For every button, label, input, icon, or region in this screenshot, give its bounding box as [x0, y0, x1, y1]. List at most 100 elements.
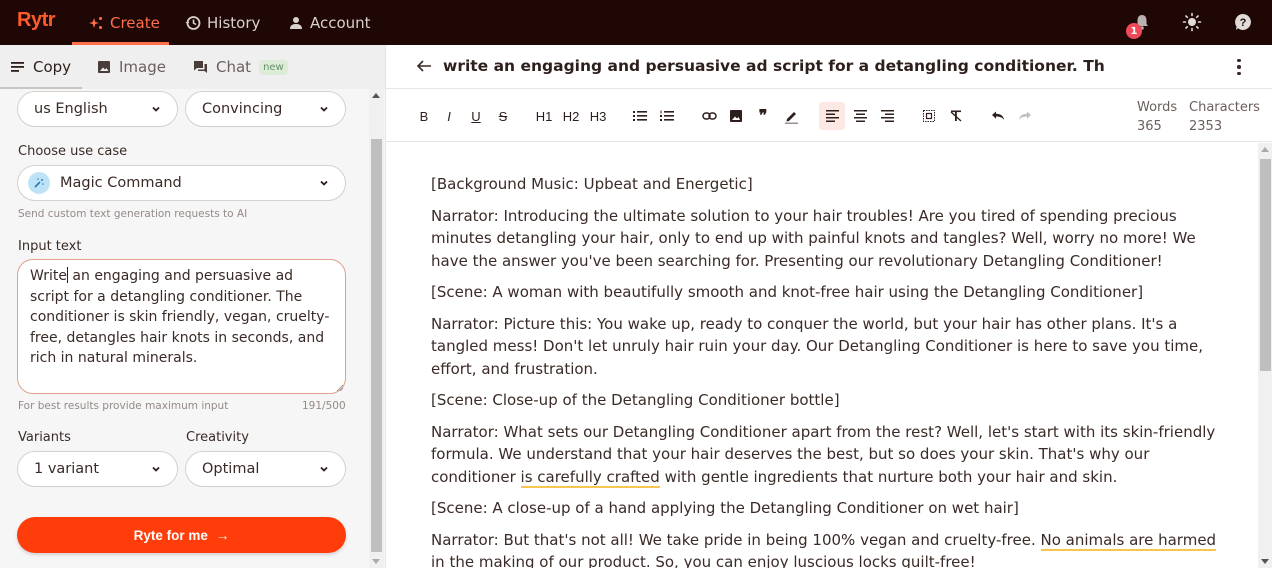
use-case-select[interactable]: Magic Command — [17, 165, 346, 201]
creativity-label: Creativity — [186, 430, 249, 445]
chevron-down-icon — [152, 106, 160, 112]
select-all-icon — [923, 110, 935, 122]
chevron-down-icon — [320, 180, 328, 186]
character-count: 191/500 — [302, 400, 346, 412]
language-value: us English — [34, 101, 108, 117]
link-icon — [701, 112, 717, 120]
scroll-down-arrow-icon[interactable] — [372, 559, 380, 564]
nav-history[interactable]: History — [185, 0, 260, 45]
input-text-field[interactable]: Write an engaging and persuasive ad scri… — [17, 259, 346, 394]
input-text-before-caret: Write — [30, 268, 67, 284]
scrollbar-thumb[interactable] — [371, 139, 382, 552]
help-button[interactable]: ? — [1232, 11, 1254, 33]
variants-select[interactable]: 1 variant — [17, 451, 178, 487]
format-toolbar: B I U S H1 H2 H3 ❞ Words 365 Characters … — [386, 90, 1272, 142]
quote-button[interactable]: ❞ — [754, 106, 772, 126]
underline-button[interactable]: U — [467, 106, 485, 126]
logo[interactable]: Rytr — [17, 9, 56, 32]
top-nav: Rytr Create History Account 1 ? — [0, 0, 1272, 45]
link-button[interactable] — [700, 106, 718, 126]
tab-chat[interactable]: Chat new — [193, 45, 288, 89]
image-icon — [98, 61, 110, 73]
redo-button[interactable] — [1016, 106, 1034, 126]
svg-text:?: ? — [1240, 17, 1247, 29]
scroll-up-arrow-icon[interactable] — [372, 93, 380, 98]
active-tab-indicator — [0, 87, 82, 89]
more-options-icon[interactable] — [1231, 57, 1247, 77]
align-right-icon — [880, 110, 894, 122]
user-icon — [288, 15, 304, 31]
sparkle-icon — [88, 15, 104, 31]
ryte-button-label: Ryte for me — [133, 527, 208, 543]
input-text-after-caret: an engaging and persuasive ad script for… — [30, 268, 330, 366]
theme-toggle[interactable] — [1181, 11, 1203, 33]
new-badge: new — [259, 59, 288, 75]
use-case-hint: Send custom text generation requests to … — [18, 208, 248, 220]
language-select[interactable]: us English — [17, 91, 178, 127]
document-editor[interactable]: [Background Music: Upbeat and Energetic]… — [386, 143, 1256, 568]
bold-button[interactable]: B — [415, 106, 433, 126]
tone-select[interactable]: Convincing — [185, 91, 346, 127]
paragraph: [Scene: Close-up of the Detangling Condi… — [431, 391, 840, 409]
select-all-button[interactable] — [920, 106, 938, 126]
numbered-list-icon — [660, 110, 674, 121]
numbered-list-button[interactable] — [658, 106, 676, 126]
text-segment: in the making of our product. So, you ca… — [431, 553, 976, 568]
italic-button[interactable]: I — [440, 106, 458, 126]
arrow-right-icon: → — [215, 527, 230, 543]
align-right-button[interactable] — [878, 106, 896, 126]
chat-icon — [194, 61, 207, 73]
text-segment: with gentle ingredients that nurture bot… — [659, 467, 1118, 486]
characters-value: 2353 — [1189, 119, 1223, 134]
nav-account[interactable]: Account — [288, 0, 371, 45]
nav-account-label: Account — [310, 13, 371, 32]
help-icon: ? — [1235, 14, 1251, 30]
align-left-icon — [825, 110, 839, 122]
use-case-label: Choose use case — [18, 144, 128, 159]
strikethrough-button[interactable]: S — [494, 106, 512, 126]
tone-value: Convincing — [202, 101, 283, 117]
insert-image-button[interactable] — [727, 106, 745, 126]
lines-icon — [11, 62, 24, 72]
paragraph: Narrator: Introducing the ultimate solut… — [431, 206, 1196, 270]
highlight-button[interactable] — [782, 106, 800, 126]
tab-copy[interactable]: Copy — [11, 45, 71, 89]
left-scrollbar[interactable] — [369, 89, 384, 568]
nav-create[interactable]: Create — [72, 0, 169, 45]
ryte-for-me-button[interactable]: Ryte for me → — [17, 517, 346, 553]
scrollbar-thumb[interactable] — [1260, 159, 1271, 371]
undo-button[interactable] — [989, 106, 1007, 126]
sun-icon — [1182, 12, 1202, 32]
left-panel: Copy Image Chat new us English Convincin… — [0, 45, 385, 568]
heading3-button[interactable]: H3 — [589, 106, 607, 126]
image-icon — [730, 110, 742, 122]
chevron-down-icon — [320, 106, 328, 112]
align-center-button[interactable] — [851, 106, 869, 126]
creativity-select[interactable]: Optimal — [185, 451, 346, 487]
nav-create-label: Create — [110, 13, 160, 32]
word-count: Words 365 — [1137, 98, 1177, 136]
heading2-button[interactable]: H2 — [562, 106, 580, 126]
grammar-suggestion[interactable]: is carefully crafted — [520, 467, 660, 488]
back-arrow-icon[interactable] — [415, 57, 433, 75]
grammar-suggestion[interactable]: No animals are harmed — [1040, 530, 1217, 551]
scroll-up-arrow-icon[interactable] — [1261, 147, 1269, 152]
align-left-button[interactable] — [819, 102, 845, 130]
clear-format-button[interactable] — [947, 106, 965, 126]
tab-copy-label: Copy — [33, 58, 72, 76]
characters-label: Characters — [1189, 100, 1260, 115]
resize-handle-icon[interactable] — [336, 384, 344, 392]
chevron-down-icon — [320, 466, 328, 472]
bullet-list-button[interactable] — [631, 106, 649, 126]
heading1-button[interactable]: H1 — [535, 106, 553, 126]
scroll-down-arrow-icon[interactable] — [1261, 559, 1269, 564]
use-case-value: Magic Command — [60, 175, 182, 191]
editor-scrollbar[interactable] — [1258, 143, 1272, 568]
variants-label: Variants — [18, 430, 71, 445]
tab-image[interactable]: Image — [97, 45, 166, 89]
words-value: 365 — [1137, 119, 1162, 134]
mode-tabs: Copy Image Chat new — [0, 45, 385, 89]
text-segment: Narrator: But that's not all! We take pr… — [431, 530, 1041, 549]
paragraph: [Background Music: Upbeat and Energetic] — [431, 175, 753, 193]
clear-format-icon — [950, 110, 962, 122]
